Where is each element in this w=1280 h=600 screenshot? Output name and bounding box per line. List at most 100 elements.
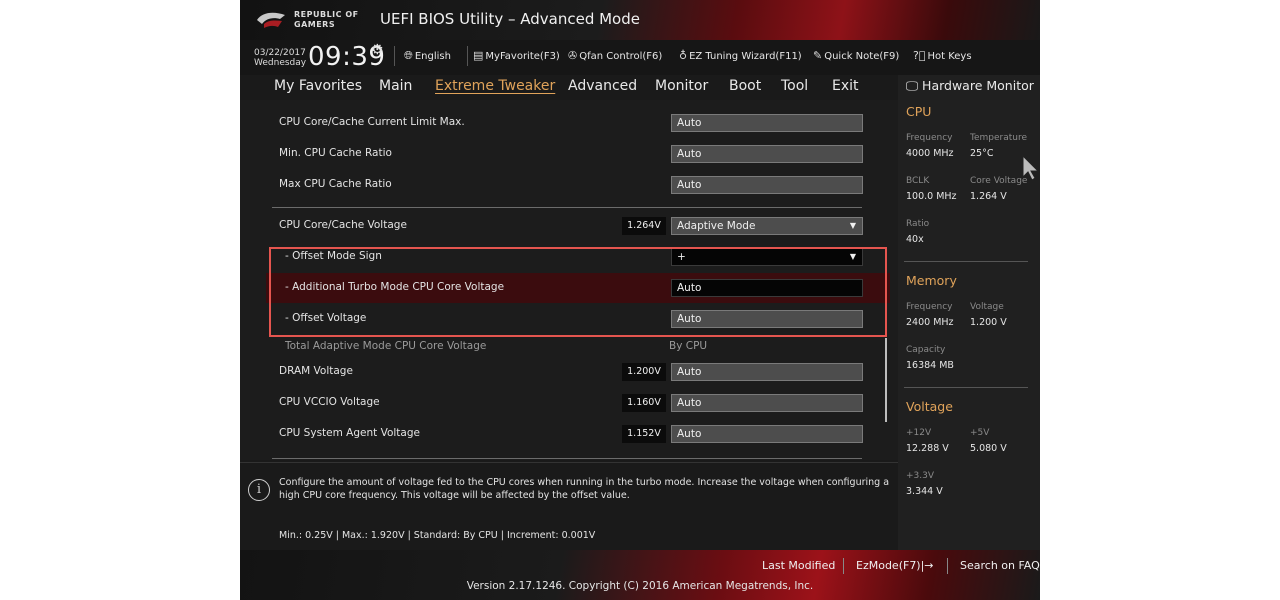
hw-divider <box>904 261 1028 262</box>
toolbar-divider <box>394 46 395 66</box>
tab-monitor[interactable]: Monitor <box>655 78 708 94</box>
setting-label: - Offset Voltage <box>285 312 367 324</box>
tab-exit[interactable]: Exit <box>832 78 859 94</box>
setting-label: CPU System Agent Voltage <box>279 427 420 439</box>
caret-down-icon: ▼ <box>849 221 856 230</box>
hw-label: Capacity <box>906 345 946 355</box>
hw-label: +3.3V <box>906 471 935 481</box>
setting-row-offset-voltage[interactable]: - Offset Voltage Auto <box>266 304 890 334</box>
tab-tool[interactable]: Tool <box>781 78 808 94</box>
scrollbar[interactable] <box>885 338 887 422</box>
quick-note-button[interactable]: ✎ Quick Note(F9) <box>813 49 899 62</box>
app-title: UEFI BIOS Utility – Advanced Mode <box>380 10 640 28</box>
setting-label: Min. CPU Cache Ratio <box>279 147 392 159</box>
setting-row-vccio-voltage[interactable]: CPU VCCIO Voltage 1.160V Auto <box>266 388 890 418</box>
cpu-bclk: 100.0 MHz <box>906 191 957 202</box>
voltage-12v: 12.288 V <box>906 443 949 454</box>
setting-row-dram-voltage[interactable]: DRAM Voltage 1.200V Auto <box>266 357 890 387</box>
memory-voltage: 1.200 V <box>970 317 1007 328</box>
voltage-limits: Min.: 0.25V | Max.: 1.920V | Standard: B… <box>279 530 596 541</box>
setting-label: CPU VCCIO Voltage <box>279 396 380 408</box>
setting-label: CPU Core/Cache Voltage <box>279 219 407 231</box>
voltage-3v3: 3.344 V <box>906 486 943 497</box>
last-modified-button[interactable]: Last Modified <box>762 559 835 572</box>
hw-label: +12V <box>906 428 932 438</box>
search-faq-button[interactable]: Search on FAQ <box>960 559 1040 572</box>
hw-label: Voltage <box>970 302 1004 312</box>
offset-mode-sign-select[interactable]: + ▼ <box>671 248 863 266</box>
help-text: Configure the amount of voltage fed to t… <box>279 477 890 501</box>
vccio-voltage-input[interactable]: Auto <box>671 394 863 412</box>
turbo-core-voltage-input[interactable]: Auto <box>671 279 863 297</box>
hw-label: Temperature <box>970 133 1028 143</box>
setting-row-min-cache-ratio[interactable]: Min. CPU Cache Ratio Auto <box>266 139 890 169</box>
setting-row-system-agent-voltage[interactable]: CPU System Agent Voltage 1.152V Auto <box>266 419 890 449</box>
tab-my-favorites[interactable]: My Favorites <box>274 78 362 94</box>
toolbar: 03/22/2017 Wednesday 09:39 ⚙ 🌐︎ English ▤… <box>240 40 1040 75</box>
qfan-control-button[interactable]: ✇ Qfan Control(F6) <box>568 49 662 62</box>
help-icon: ?⃞ <box>913 49 926 62</box>
system-agent-voltage-input[interactable]: Auto <box>671 425 863 443</box>
toolbar-divider <box>467 46 468 66</box>
memory-frequency: 2400 MHz <box>906 317 954 328</box>
rog-eye-icon <box>257 12 285 28</box>
hot-keys-button[interactable]: ?⃞ Hot Keys <box>913 49 972 62</box>
cpu-core-voltage: 1.264 V <box>970 191 1007 202</box>
hw-divider <box>904 387 1028 388</box>
setting-row-core-cache-voltage[interactable]: CPU Core/Cache Voltage 1.264V Adaptive M… <box>266 211 890 241</box>
hw-label: +5V <box>970 428 990 438</box>
setting-label: DRAM Voltage <box>279 365 353 377</box>
ezmode-button[interactable]: EzMode(F7)|→ <box>856 559 934 572</box>
min-cache-ratio-input[interactable]: Auto <box>671 145 863 163</box>
dram-voltage-input[interactable]: Auto <box>671 363 863 381</box>
section-divider <box>272 207 862 208</box>
voltage-reading: 1.264V <box>622 217 666 235</box>
setting-label: - Offset Mode Sign <box>285 250 382 262</box>
tab-main[interactable]: Main <box>379 78 412 94</box>
core-cache-voltage-select[interactable]: Adaptive Mode ▼ <box>671 217 863 235</box>
gear-icon[interactable]: ⚙ <box>371 42 384 58</box>
myfavorite-button[interactable]: ▤ MyFavorite(F3) <box>473 49 560 62</box>
setting-row-turbo-core-voltage[interactable]: - Additional Turbo Mode CPU Core Voltage… <box>266 273 890 303</box>
lightbulb-icon: ♁ <box>679 49 688 62</box>
language-button[interactable]: 🌐︎ English <box>404 49 451 63</box>
offset-voltage-input[interactable]: Auto <box>671 310 863 328</box>
hw-label: Frequency <box>906 133 953 143</box>
help-panel: i Configure the amount of voltage fed to… <box>240 462 900 552</box>
hw-label: BCLK <box>906 176 930 186</box>
cpu-ratio: 40x <box>906 234 924 245</box>
tab-boot[interactable]: Boot <box>729 78 761 94</box>
fan-icon: ✇ <box>568 49 578 62</box>
cache-current-limit-input[interactable]: Auto <box>671 114 863 132</box>
hw-label: Frequency <box>906 302 953 312</box>
cpu-frequency: 4000 MHz <box>906 148 954 159</box>
setting-row-offset-mode-sign[interactable]: - Offset Mode Sign + ▼ <box>266 242 890 272</box>
footer-divider <box>843 558 844 574</box>
footer-divider <box>947 558 948 574</box>
setting-row-cache-current-limit[interactable]: CPU Core/Cache Current Limit Max. Auto <box>266 108 890 138</box>
setting-label: CPU Core/Cache Current Limit Max. <box>279 116 465 128</box>
setting-label: Max CPU Cache Ratio <box>279 178 392 190</box>
section-divider <box>272 458 862 459</box>
date-display: 03/22/2017 Wednesday <box>254 48 306 68</box>
hardware-monitor: 🖵︎ Hardware Monitor CPU Frequency Temper… <box>898 75 1040 550</box>
date-text: 03/22/2017 <box>254 48 306 58</box>
ez-tuning-wizard-button[interactable]: ♁ EZ Tuning Wizard(F11) <box>679 49 802 62</box>
max-cache-ratio-input[interactable]: Auto <box>671 176 863 194</box>
mouse-cursor-icon <box>1022 155 1040 181</box>
hw-section-voltage: Voltage <box>906 399 953 414</box>
hw-section-memory: Memory <box>906 273 957 288</box>
note-icon: ✎ <box>813 49 823 62</box>
favorite-list-icon: ▤ <box>473 49 484 62</box>
globe-icon: 🌐︎ <box>404 49 413 62</box>
setting-row-max-cache-ratio[interactable]: Max CPU Cache Ratio Auto <box>266 170 890 200</box>
voltage-5v: 5.080 V <box>970 443 1007 454</box>
tab-advanced[interactable]: Advanced <box>568 78 637 94</box>
hardware-monitor-title: 🖵︎ Hardware Monitor <box>906 78 1034 93</box>
total-adaptive-value: By CPU <box>669 340 708 352</box>
bios-screen: REPUBLIC OF GAMERS UEFI BIOS Utility – A… <box>240 0 1040 600</box>
hw-label: Core Voltage <box>970 176 1028 186</box>
memory-capacity: 16384 MB <box>906 360 954 371</box>
brand-text: REPUBLIC OF GAMERS <box>294 10 359 29</box>
tab-extreme-tweaker[interactable]: Extreme Tweaker <box>435 78 555 94</box>
